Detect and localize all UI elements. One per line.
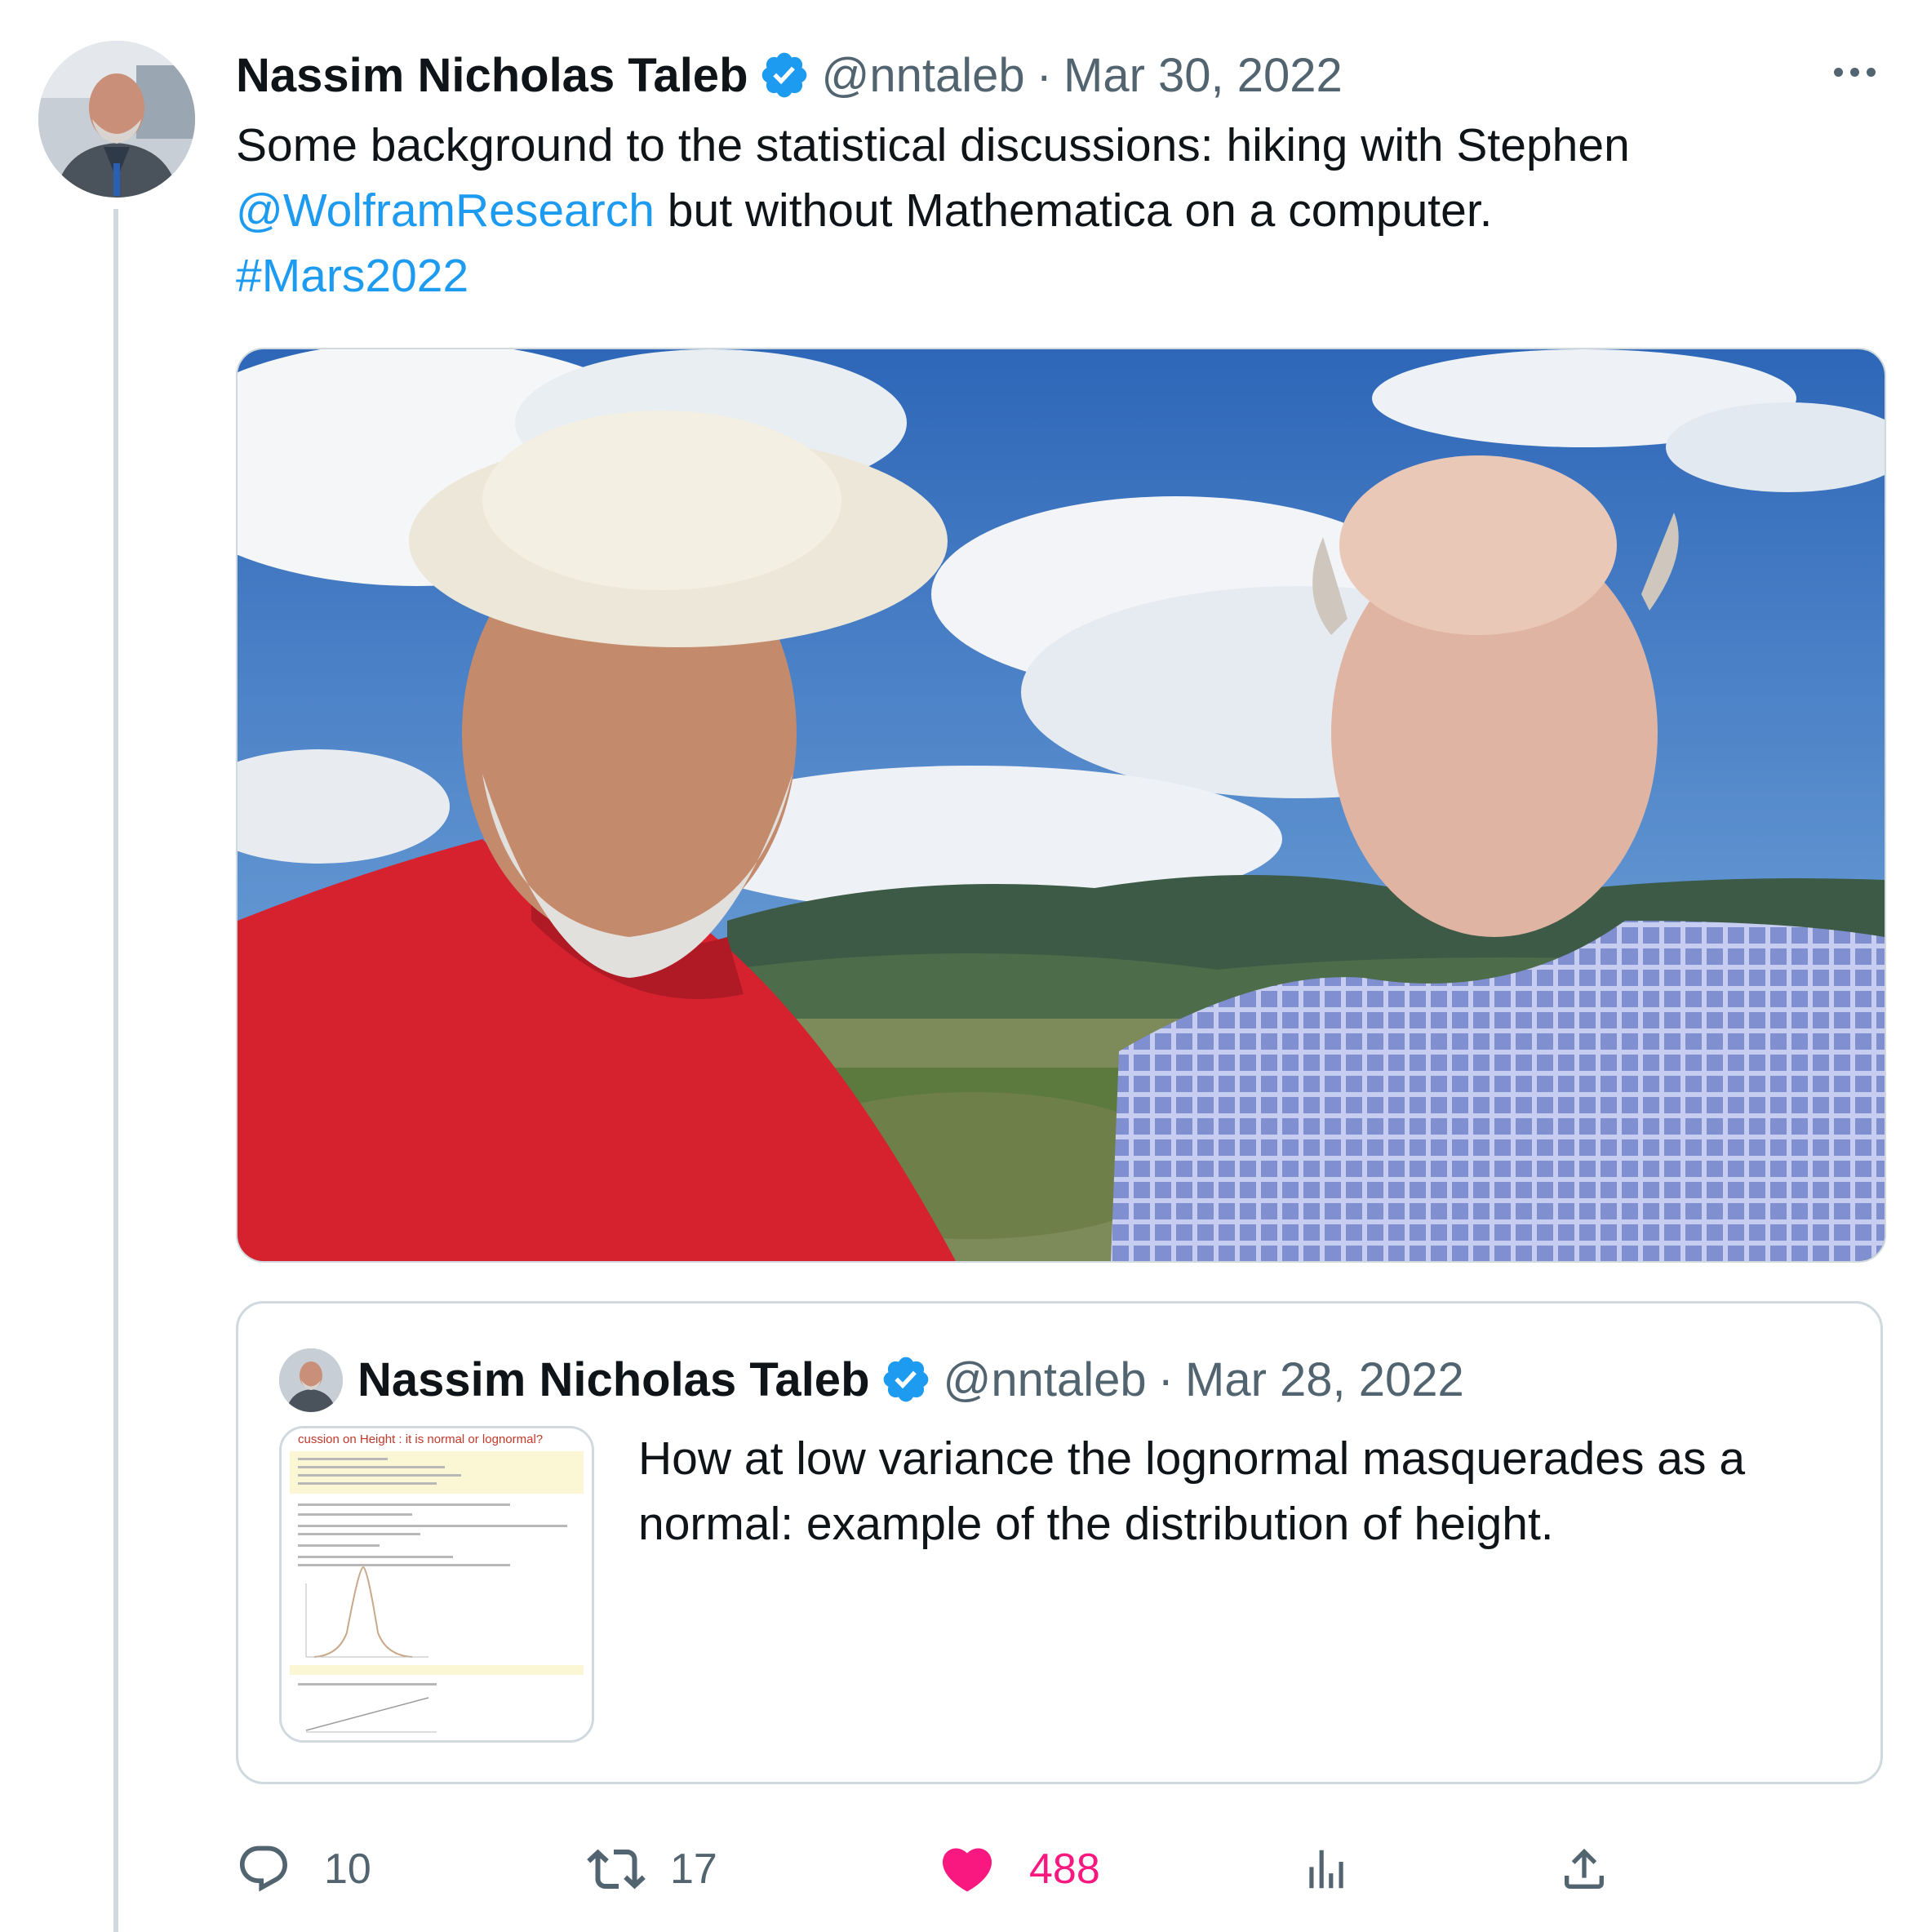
- author-avatar[interactable]: [38, 41, 195, 198]
- like-button[interactable]: 488: [938, 1828, 1100, 1910]
- quoted-author-name: Nassim Nicholas Taleb: [357, 1352, 870, 1406]
- quoted-tweet-date: Mar 28, 2022: [1185, 1352, 1464, 1406]
- quoted-tweet[interactable]: Nassim Nicholas Taleb @nntaleb · Mar 28,…: [236, 1301, 1883, 1784]
- hashtag-link[interactable]: #Mars2022: [236, 250, 468, 302]
- quoted-tweet-text: How at low variance the lognormal masque…: [638, 1432, 1746, 1550]
- reply-button[interactable]: 10: [236, 1828, 371, 1910]
- share-button[interactable]: [1558, 1828, 1610, 1910]
- retweet-button[interactable]: 17: [587, 1828, 717, 1910]
- share-icon: [1565, 1848, 1604, 1889]
- like-icon: [942, 1848, 992, 1892]
- quoted-tweet-header: Nassim Nicholas Taleb @nntaleb · Mar 28,…: [357, 1344, 1464, 1415]
- reply-count: 10: [324, 1845, 371, 1893]
- tweet-photo[interactable]: [236, 348, 1886, 1263]
- quoted-tweet-thumbnail[interactable]: cussion on Height : it is normal or logn…: [279, 1426, 594, 1743]
- reply-icon: [239, 1845, 287, 1892]
- separator: ·: [1157, 1352, 1174, 1406]
- avatar-image: [38, 41, 195, 198]
- separator: ·: [1036, 48, 1052, 102]
- tweet-header: Nassim Nicholas Taleb @nntaleb · Mar 30,…: [236, 42, 1343, 108]
- retweet-icon: [587, 1849, 646, 1890]
- verified-badge-icon: [883, 1357, 928, 1402]
- like-count: 488: [1029, 1845, 1100, 1893]
- tweet-date[interactable]: Mar 30, 2022: [1063, 48, 1343, 103]
- thumbnail-title: cussion on Height : it is normal or logn…: [298, 1432, 543, 1446]
- action-bar: 10 17 488: [236, 1828, 1883, 1910]
- views-button[interactable]: [1301, 1828, 1352, 1910]
- verified-badge-icon: [761, 52, 806, 98]
- author-name[interactable]: Nassim Nicholas Taleb: [236, 48, 748, 103]
- photo-image: [238, 349, 1885, 1261]
- mention-link[interactable]: @WolframResearch: [236, 184, 655, 237]
- quoted-author-handle: @nntaleb: [943, 1352, 1147, 1406]
- views-icon: [1309, 1850, 1343, 1889]
- quoted-author-avatar[interactable]: [279, 1348, 343, 1412]
- thumbnail-image: cussion on Height : it is normal or logn…: [282, 1428, 592, 1740]
- tweet-text-part2: but without Mathematica on a computer.: [654, 184, 1493, 237]
- retweet-count: 17: [670, 1845, 717, 1893]
- more-icon[interactable]: [1822, 47, 1887, 96]
- thread-line: [113, 209, 118, 1932]
- tweet-text: Some background to the statistical discu…: [236, 113, 1868, 309]
- author-handle[interactable]: @nntaleb: [822, 48, 1025, 103]
- quoted-avatar-image: [279, 1348, 343, 1412]
- tweet-text-part1: Some background to the statistical discu…: [236, 119, 1630, 171]
